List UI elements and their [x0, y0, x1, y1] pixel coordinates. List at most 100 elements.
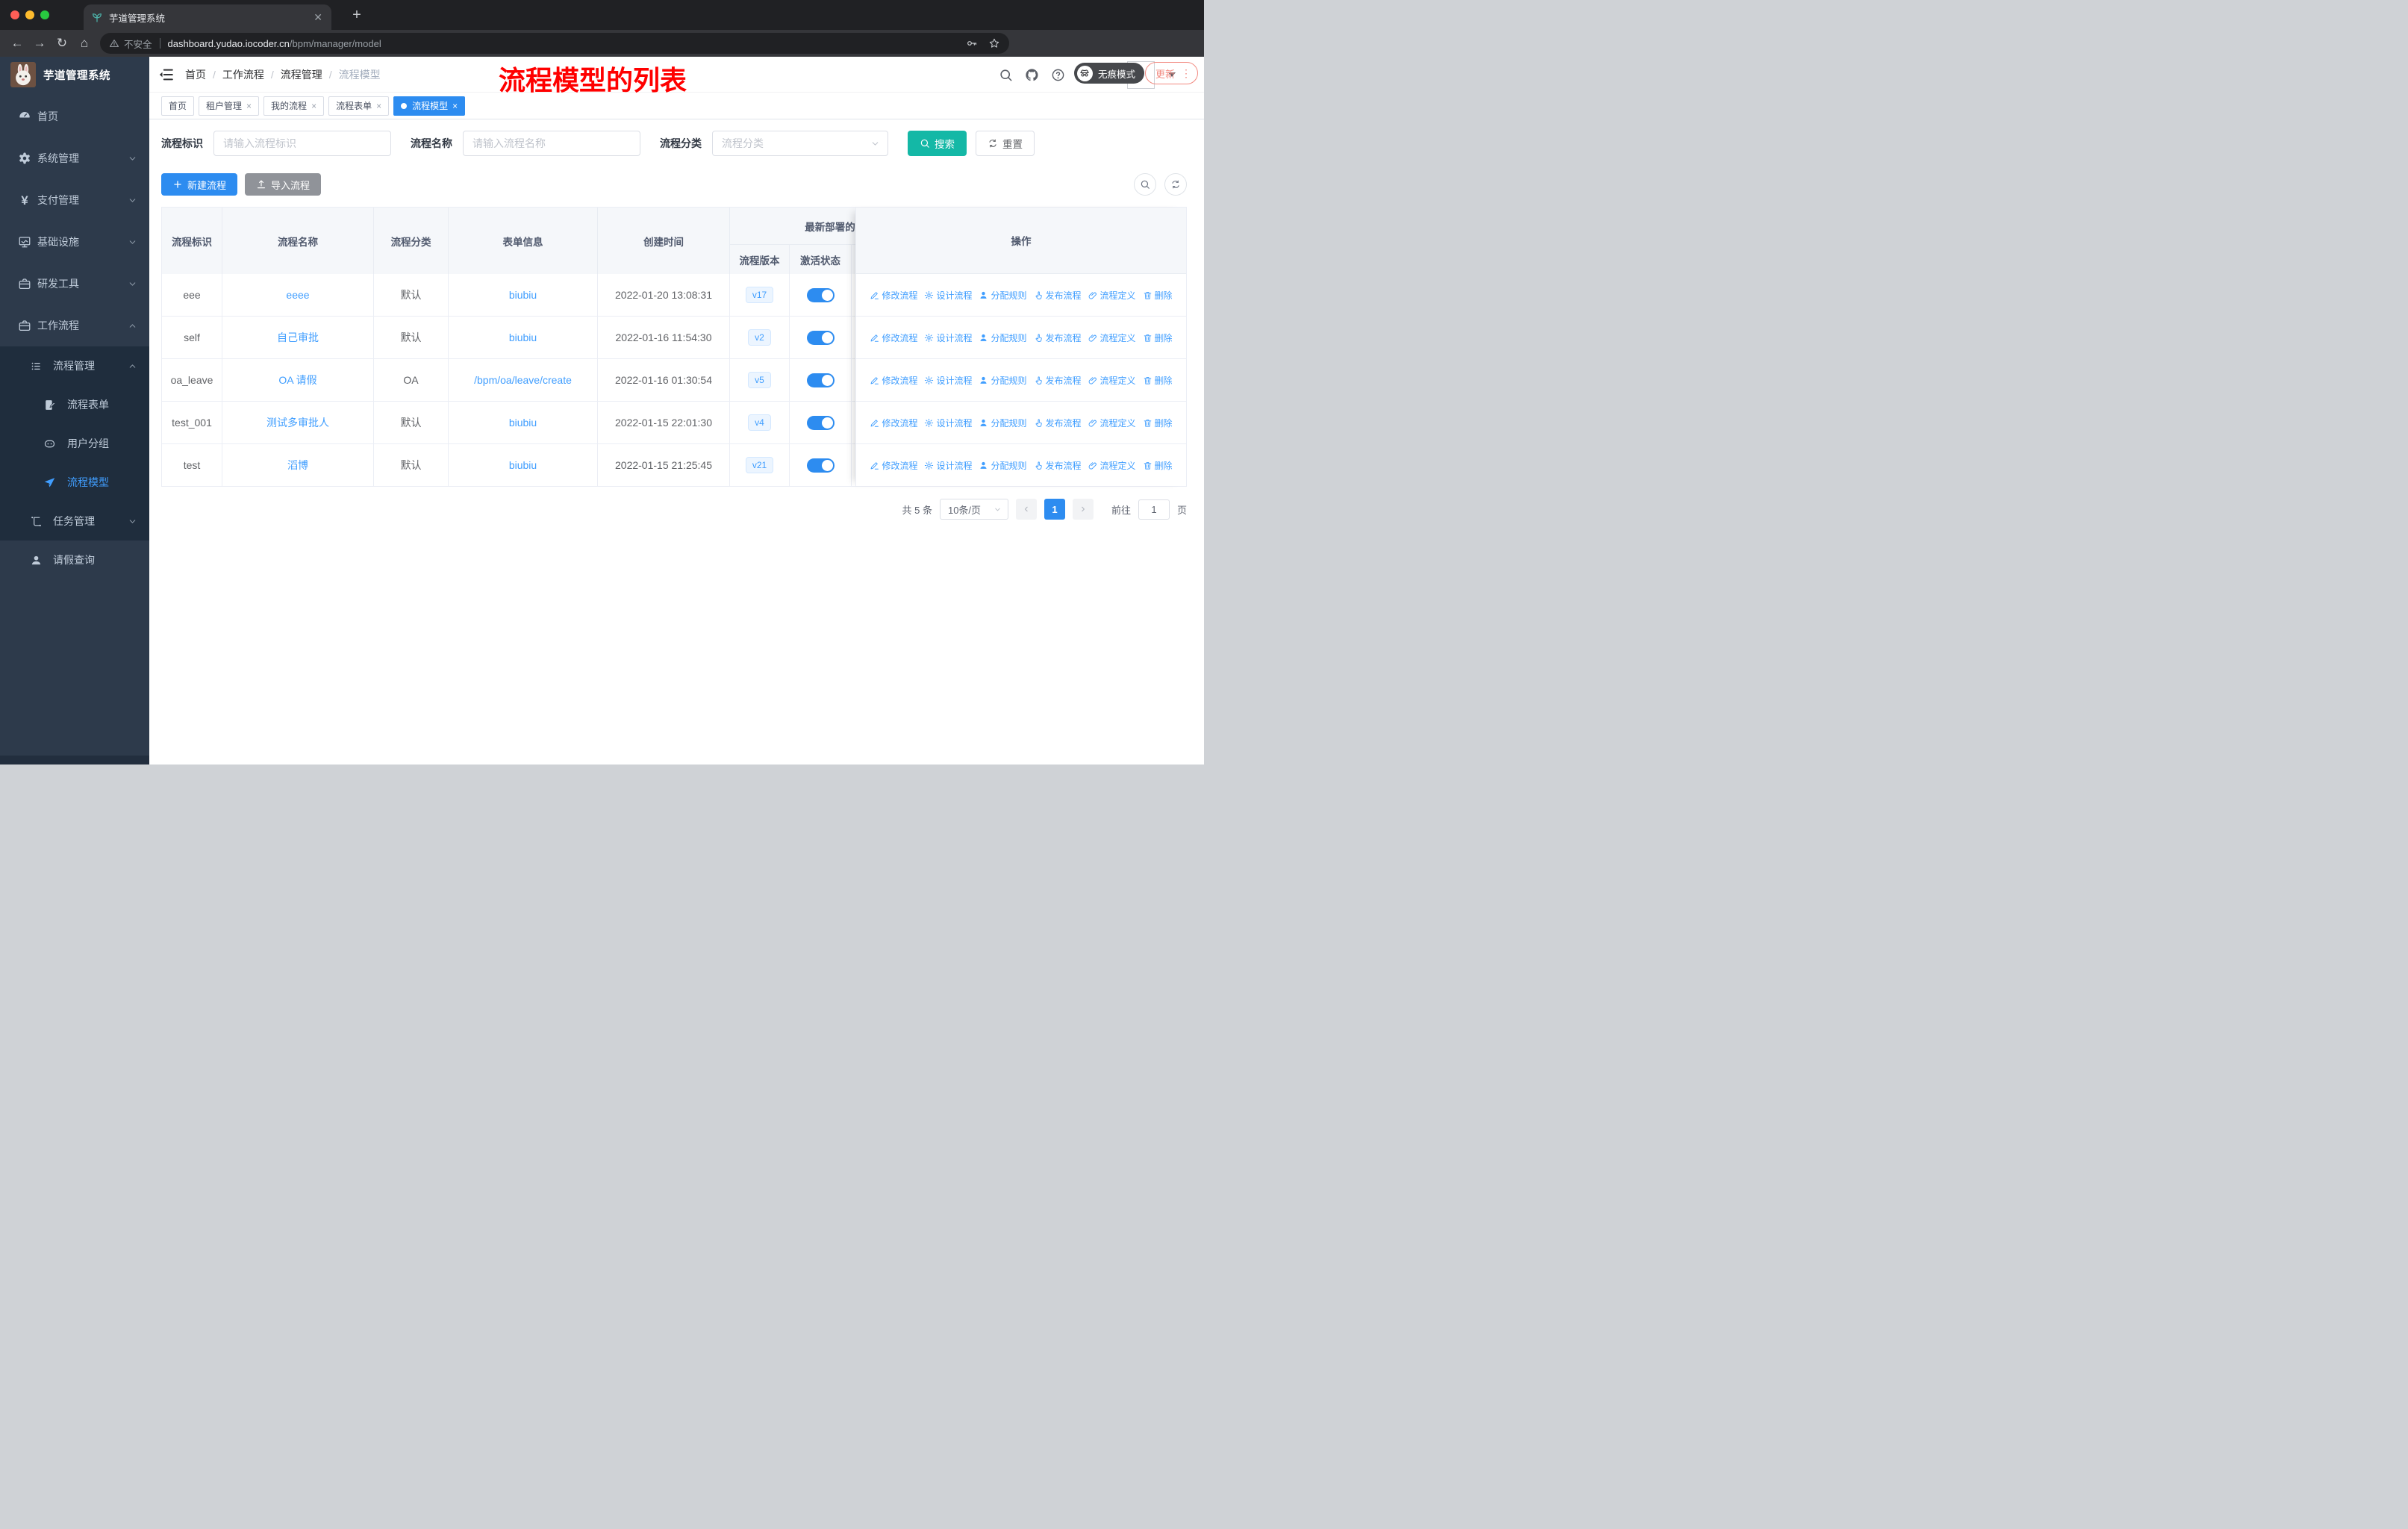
- delete-link[interactable]: 删除: [1143, 289, 1173, 302]
- assign-rule-link[interactable]: 分配规则: [979, 459, 1027, 472]
- new-tab-button[interactable]: +: [348, 6, 366, 24]
- publish-process-link[interactable]: 发布流程: [1034, 417, 1082, 429]
- delete-link[interactable]: 删除: [1143, 459, 1173, 472]
- refresh-table-button[interactable]: [1164, 173, 1187, 196]
- sidebar-item-leave-query[interactable]: 请假查询: [0, 541, 149, 579]
- delete-link[interactable]: 删除: [1143, 417, 1173, 429]
- edit-process-link[interactable]: 修改流程: [870, 459, 917, 472]
- import-process-button[interactable]: 导入流程: [245, 173, 322, 196]
- form-link[interactable]: biubiu: [509, 459, 537, 471]
- password-key-icon[interactable]: [966, 37, 978, 49]
- publish-process-link[interactable]: 发布流程: [1034, 374, 1082, 387]
- minimize-window-button[interactable]: [25, 10, 34, 19]
- tag-租户管理[interactable]: 租户管理 ×: [199, 96, 260, 116]
- process-key-input[interactable]: [213, 131, 391, 156]
- sidebar-item-system[interactable]: 系统管理: [0, 137, 149, 179]
- sidebar-item-task-mgmt[interactable]: 任务管理: [0, 502, 149, 541]
- maximize-window-button[interactable]: [40, 10, 49, 19]
- process-definition-link[interactable]: 流程定义: [1088, 331, 1136, 344]
- sidebar-item-devtools[interactable]: 研发工具: [0, 263, 149, 305]
- breadcrumb-item[interactable]: 首页: [185, 67, 206, 82]
- category-select[interactable]: 流程分类: [712, 131, 888, 156]
- breadcrumb-item[interactable]: 流程管理: [281, 67, 322, 82]
- tag-首页[interactable]: 首页: [161, 96, 195, 116]
- delete-link[interactable]: 删除: [1143, 374, 1173, 387]
- active-toggle[interactable]: [806, 415, 835, 430]
- browser-menu-icon[interactable]: ⋮: [1181, 67, 1191, 80]
- bookmark-star-icon[interactable]: [988, 37, 1000, 49]
- form-link[interactable]: biubiu: [509, 331, 537, 343]
- address-bar[interactable]: 不安全 dashboard.yudao.iocoder.cn /bpm/mana…: [100, 33, 1009, 54]
- assign-rule-link[interactable]: 分配规则: [979, 289, 1027, 302]
- tag-close-icon[interactable]: ×: [376, 101, 381, 111]
- browser-update-button[interactable]: 更新 ⋮: [1144, 62, 1198, 84]
- edit-process-link[interactable]: 修改流程: [870, 289, 917, 302]
- breadcrumb-item[interactable]: 工作流程: [222, 67, 264, 82]
- design-process-link[interactable]: 设计流程: [924, 374, 972, 387]
- logo-row[interactable]: 芋道管理系统: [0, 57, 149, 93]
- edit-process-link[interactable]: 修改流程: [870, 374, 917, 387]
- active-toggle[interactable]: [806, 458, 835, 473]
- sidebar-item-home[interactable]: 首页: [0, 96, 149, 137]
- current-page-button[interactable]: 1: [1044, 499, 1065, 520]
- back-icon[interactable]: ←: [6, 36, 28, 51]
- home-icon[interactable]: ⌂: [73, 36, 96, 51]
- sidebar-item-process-model[interactable]: 流程模型: [0, 463, 149, 502]
- edit-process-link[interactable]: 修改流程: [870, 417, 917, 429]
- tag-close-icon[interactable]: ×: [246, 101, 252, 111]
- create-process-button[interactable]: 新建流程: [161, 173, 238, 196]
- process-name-link[interactable]: 测试多审批人: [266, 415, 329, 430]
- form-link[interactable]: /bpm/oa/leave/create: [474, 374, 572, 386]
- assign-rule-link[interactable]: 分配规则: [979, 417, 1027, 429]
- sidebar-item-payment[interactable]: ¥ 支付管理: [0, 179, 149, 221]
- active-toggle[interactable]: [806, 287, 835, 302]
- assign-rule-link[interactable]: 分配规则: [979, 374, 1027, 387]
- goto-page-input[interactable]: [1138, 499, 1170, 520]
- design-process-link[interactable]: 设计流程: [924, 459, 972, 472]
- process-definition-link[interactable]: 流程定义: [1088, 459, 1136, 472]
- prev-page-button[interactable]: ‹: [1015, 499, 1037, 520]
- sidebar-item-workflow[interactable]: 工作流程: [0, 305, 149, 346]
- process-name-link[interactable]: 自己审批: [277, 330, 319, 345]
- design-process-link[interactable]: 设计流程: [924, 417, 972, 429]
- design-process-link[interactable]: 设计流程: [924, 331, 972, 344]
- forward-icon[interactable]: →: [28, 36, 51, 51]
- process-name-link[interactable]: eeee: [286, 289, 309, 301]
- form-link[interactable]: biubiu: [509, 417, 537, 429]
- search-icon[interactable]: [999, 68, 1013, 82]
- next-page-button[interactable]: ›: [1072, 499, 1094, 520]
- sidebar-item-process-form[interactable]: 流程表单: [0, 385, 149, 424]
- close-window-button[interactable]: [10, 10, 19, 19]
- toggle-search-button[interactable]: [1134, 173, 1156, 196]
- reset-button[interactable]: 重置: [976, 131, 1035, 156]
- process-name-link[interactable]: OA 请假: [278, 373, 316, 387]
- publish-process-link[interactable]: 发布流程: [1034, 289, 1082, 302]
- tag-close-icon[interactable]: ×: [311, 101, 316, 111]
- form-link[interactable]: biubiu: [509, 289, 537, 301]
- process-definition-link[interactable]: 流程定义: [1088, 289, 1136, 302]
- collapse-sidebar-icon[interactable]: [158, 66, 175, 83]
- sidebar-item-user-group[interactable]: 用户分组: [0, 424, 149, 463]
- help-icon[interactable]: [1051, 68, 1065, 82]
- tag-我的流程[interactable]: 我的流程 ×: [263, 96, 325, 116]
- assign-rule-link[interactable]: 分配规则: [979, 331, 1027, 344]
- tag-close-icon[interactable]: ×: [452, 101, 458, 111]
- process-name-link[interactable]: 滔博: [287, 458, 308, 473]
- tab-close-icon[interactable]: ✕: [312, 11, 324, 24]
- process-definition-link[interactable]: 流程定义: [1088, 417, 1136, 429]
- delete-link[interactable]: 删除: [1143, 331, 1173, 344]
- publish-process-link[interactable]: 发布流程: [1034, 459, 1082, 472]
- publish-process-link[interactable]: 发布流程: [1034, 331, 1082, 344]
- browser-tab[interactable]: 芋道管理系统 ✕: [84, 4, 331, 30]
- active-toggle[interactable]: [806, 373, 835, 387]
- sidebar-item-process-mgmt[interactable]: 流程管理: [0, 346, 149, 385]
- design-process-link[interactable]: 设计流程: [924, 289, 972, 302]
- process-name-input[interactable]: [463, 131, 640, 156]
- process-definition-link[interactable]: 流程定义: [1088, 374, 1136, 387]
- window-controls[interactable]: [10, 10, 49, 19]
- github-icon[interactable]: [1025, 68, 1039, 82]
- active-toggle[interactable]: [806, 330, 835, 345]
- edit-process-link[interactable]: 修改流程: [870, 331, 917, 344]
- search-button[interactable]: 搜索: [908, 131, 967, 156]
- tag-流程模型[interactable]: 流程模型 ×: [393, 96, 466, 116]
